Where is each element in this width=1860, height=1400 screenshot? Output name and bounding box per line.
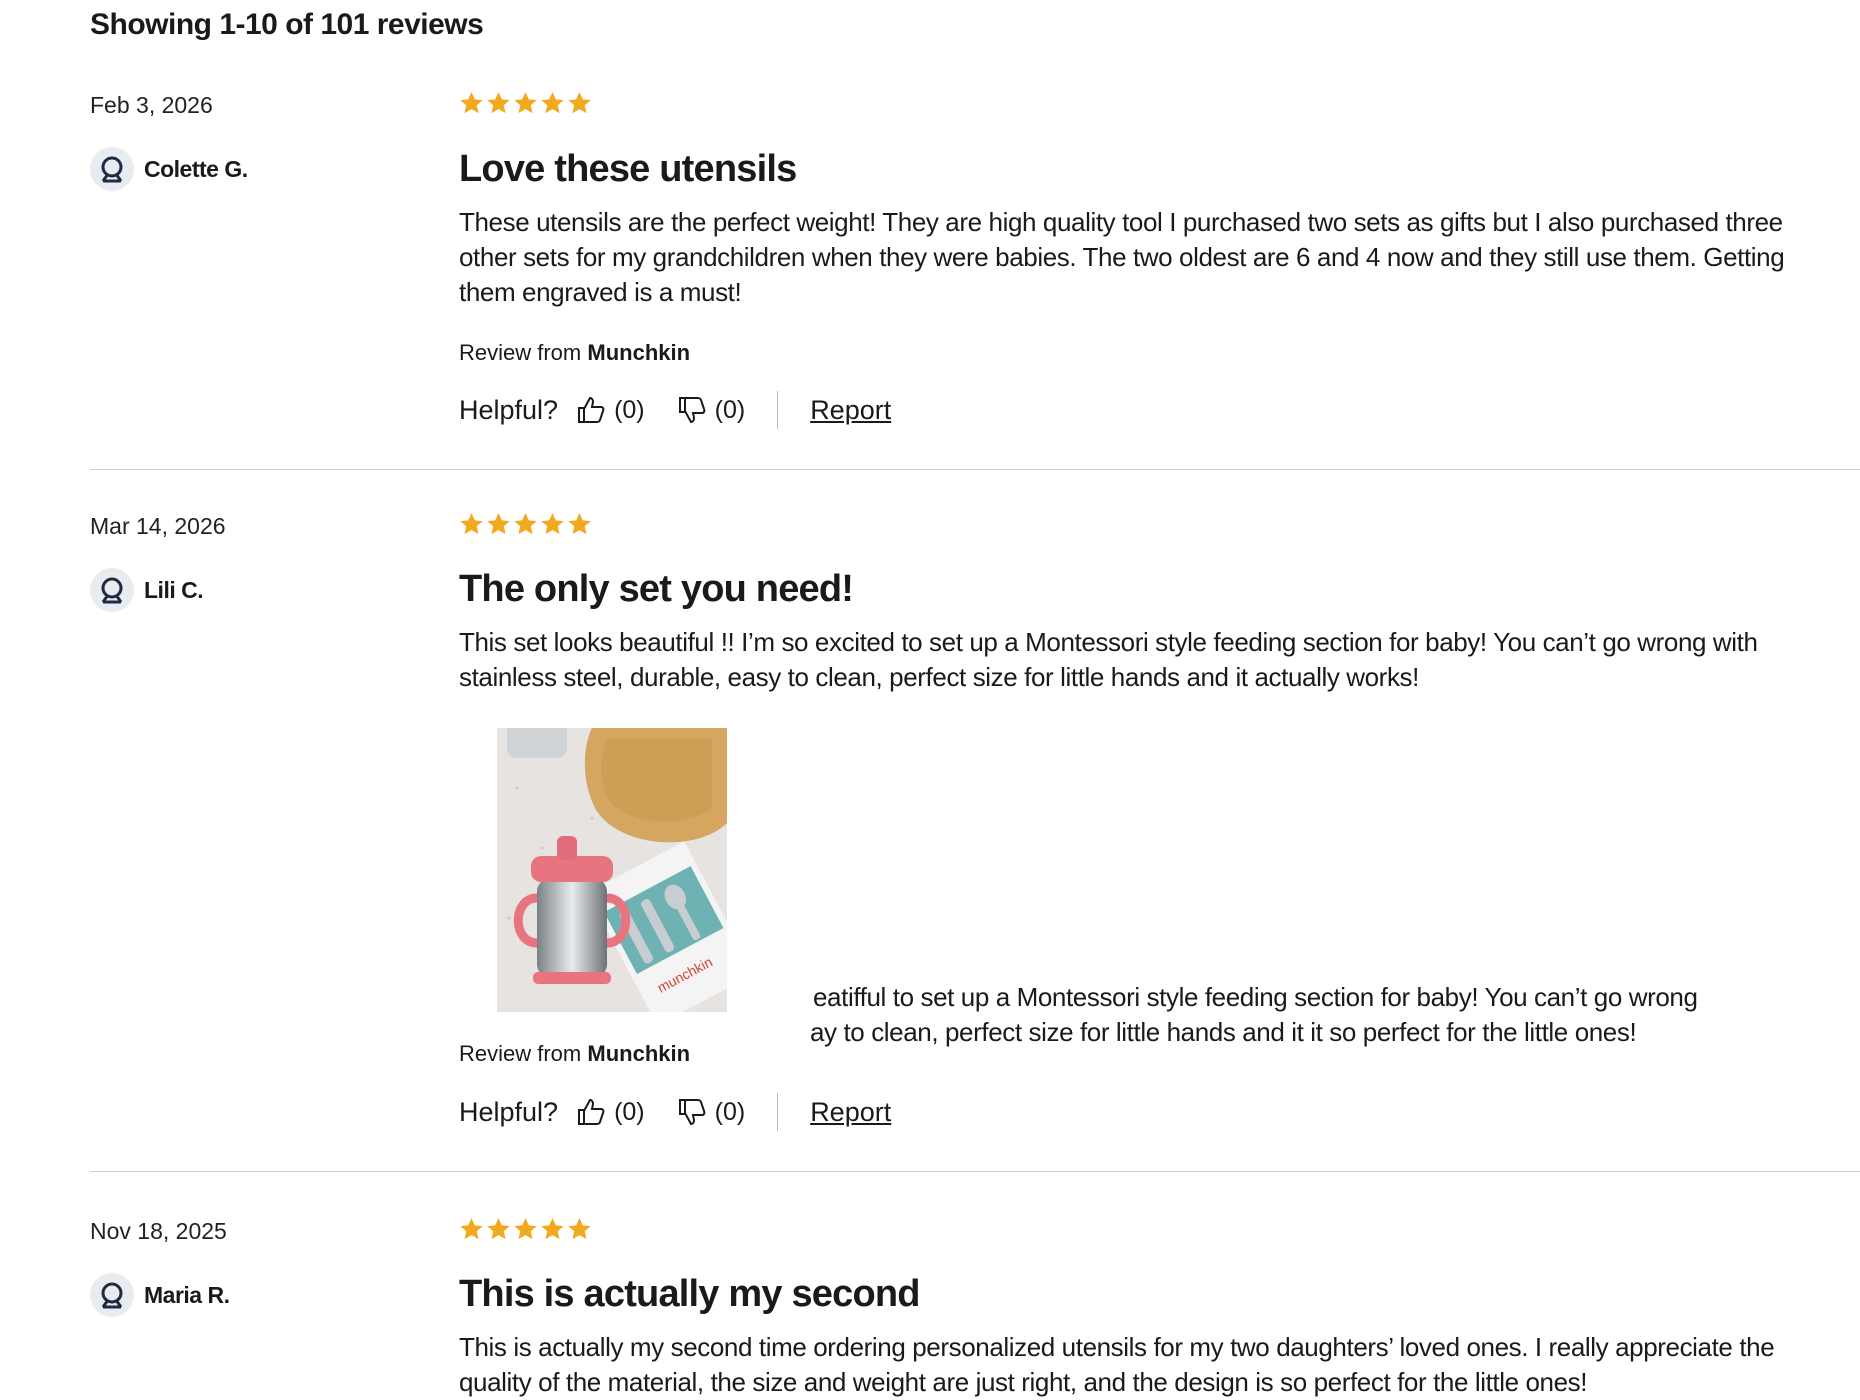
star-rating [459, 512, 592, 536]
review-source: Review from Munchkin [459, 1041, 690, 1067]
review-item: Nov 18, 2025 Maria R. This is actually m… [90, 1123, 1860, 1397]
star-icon [514, 513, 537, 535]
review-date: Nov 18, 2025 [90, 1218, 227, 1244]
author-name: Maria R. [144, 1281, 230, 1308]
review-body-overlay: ay to clean, perfect size for little han… [810, 1017, 1637, 1047]
review-item: Feb 3, 2026 Colette G. Love these utensi… [90, 0, 1860, 470]
review-item: Mar 14, 2026 Lili C. The only set you ne… [90, 420, 1860, 1172]
source-prefix: Review from [459, 340, 582, 365]
star-icon [487, 92, 510, 114]
star-icon [541, 1218, 564, 1240]
star-icon [487, 1218, 510, 1240]
star-rating [459, 1217, 592, 1241]
star-icon [568, 1218, 591, 1240]
review-title: This is actually my second [459, 1273, 921, 1315]
review-title: Love these utensils [459, 148, 797, 190]
star-icon [541, 513, 564, 535]
star-icon [568, 513, 591, 535]
star-icon [514, 1218, 537, 1240]
user-icon [90, 568, 134, 612]
review-photo[interactable]: munchkin [497, 728, 727, 1012]
star-icon [487, 513, 510, 535]
star-icon [568, 92, 591, 114]
review-source: Review from Munchkin [459, 340, 690, 366]
review-author: Colette G. [90, 147, 248, 191]
star-icon [460, 1218, 483, 1240]
review-author: Maria R. [90, 1273, 230, 1317]
star-rating [459, 91, 592, 115]
review-body-overlay: eatifful to set up a Montessori style fe… [813, 982, 1698, 1012]
author-name: Colette G. [144, 155, 248, 182]
star-icon [541, 92, 564, 114]
review-date: Mar 14, 2026 [90, 513, 226, 539]
review-date: Feb 3, 2026 [90, 92, 213, 118]
star-icon [460, 513, 483, 535]
author-name: Lili C. [144, 576, 204, 603]
review-author: Lili C. [90, 568, 204, 612]
user-icon [90, 147, 134, 191]
source-brand: Munchkin [587, 1041, 691, 1066]
user-icon [90, 1273, 134, 1317]
source-prefix: Review from [459, 1041, 582, 1066]
review-title: The only set you need! [459, 568, 854, 610]
source-brand: Munchkin [587, 340, 691, 365]
review-body: This set looks beautiful !! I’m so excit… [459, 627, 1758, 692]
star-icon [460, 92, 483, 114]
review-body: This is actually my second time ordering… [459, 1332, 1775, 1397]
review-body: These utensils are the perfect weight! T… [459, 207, 1785, 307]
star-icon [514, 92, 537, 114]
